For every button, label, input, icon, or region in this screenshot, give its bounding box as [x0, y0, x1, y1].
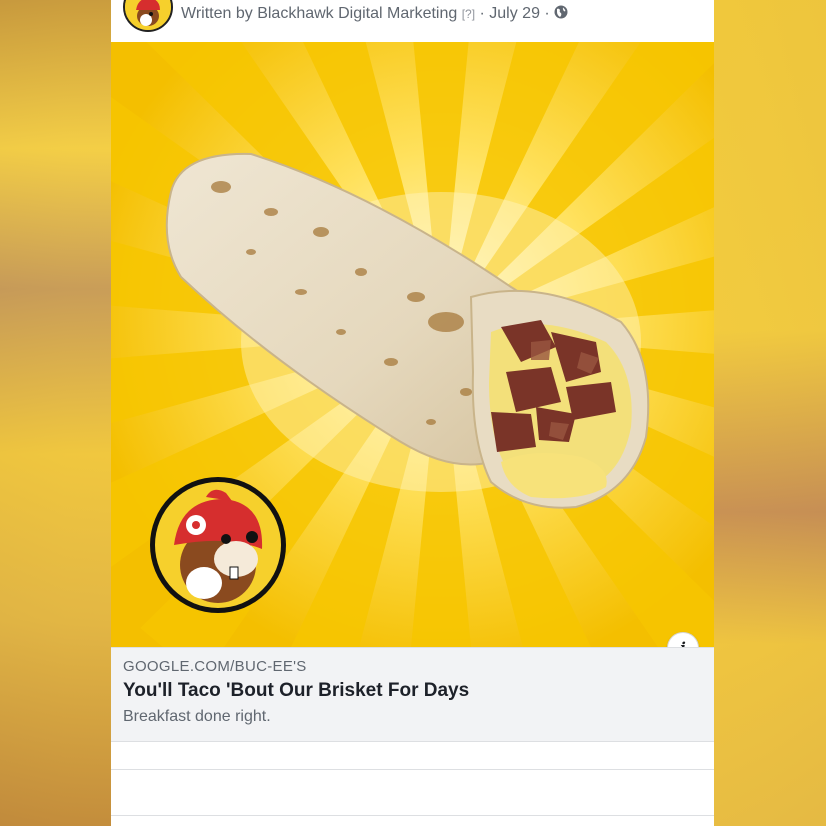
facebook-post-card: Written by Blackhawk Digital Marketing […	[111, 0, 714, 826]
link-title[interactable]: You'll Taco 'Bout Our Brisket For Days	[123, 680, 469, 702]
post-header: Written by Blackhawk Digital Marketing […	[111, 0, 714, 42]
separator: ·	[539, 5, 555, 22]
help-marker[interactable]: [?]	[462, 7, 475, 21]
beaver-logo	[150, 477, 286, 613]
globe-icon[interactable]	[554, 5, 568, 19]
page-avatar[interactable]	[123, 0, 173, 32]
background-blur-right	[714, 0, 826, 826]
background-blur-left	[0, 0, 112, 826]
post-image[interactable]	[111, 42, 714, 647]
author-link[interactable]: Blackhawk Digital Marketing	[257, 5, 457, 22]
post-date[interactable]: July 29	[489, 5, 540, 22]
divider	[111, 815, 714, 816]
link-description: Breakfast done right.	[123, 708, 271, 725]
written-by-label: Written by	[181, 5, 253, 22]
divider	[111, 769, 714, 770]
burrito-ad-graphic	[111, 42, 714, 647]
link-domain: GOOGLE.COM/BUC-EE'S	[123, 658, 307, 675]
beaver-avatar-icon	[125, 0, 171, 30]
link-preview[interactable]: GOOGLE.COM/BUC-EE'S You'll Taco 'Bout Ou…	[111, 647, 714, 742]
post-byline: Written by Blackhawk Digital Marketing […	[181, 5, 568, 23]
separator: ·	[475, 5, 490, 22]
